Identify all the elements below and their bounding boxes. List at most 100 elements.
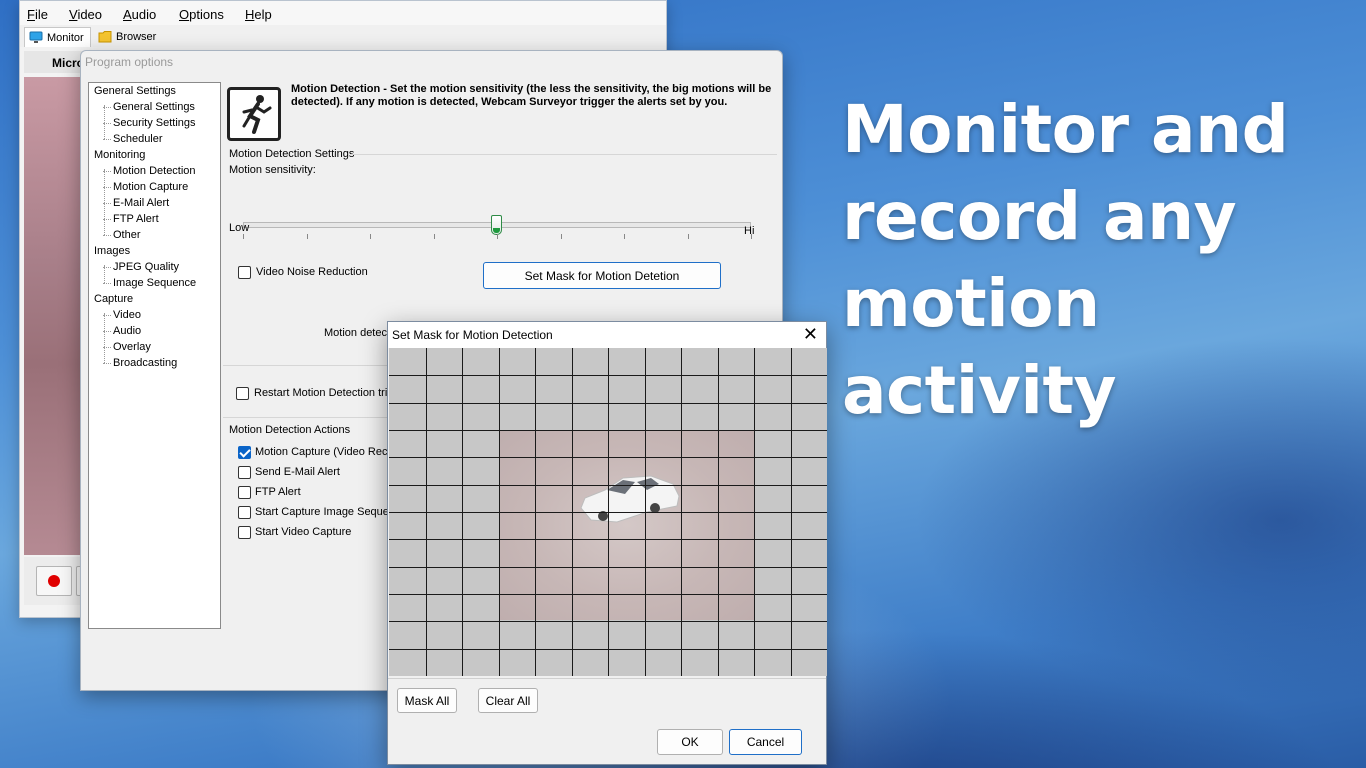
tree-item-security-settings[interactable]: Security Settings xyxy=(103,117,196,129)
menu-file[interactable]: File xyxy=(27,7,48,22)
action-motion-capture-label: Motion Capture (Video Reco xyxy=(255,446,394,458)
ok-button[interactable]: OK xyxy=(657,729,723,755)
tree-item-audio[interactable]: Audio xyxy=(102,325,141,337)
slider-tick xyxy=(687,234,689,239)
tree-item-other[interactable]: Other xyxy=(103,229,141,241)
tab-monitor-label: Monitor xyxy=(47,31,84,44)
mask-grid-line xyxy=(389,621,827,622)
settings-group-label: Motion Detection Settings xyxy=(229,148,355,160)
tree-item-general-settings[interactable]: General Settings xyxy=(103,101,195,113)
mask-grid-line xyxy=(389,649,827,650)
tree-item-broadcasting[interactable]: Broadcasting xyxy=(102,357,177,369)
slider-high-label: Hi xyxy=(744,225,755,237)
tree-item-monitoring-group[interactable]: Monitoring xyxy=(94,149,145,161)
action-video-capture-label: Start Video Capture xyxy=(255,526,352,538)
group-divider xyxy=(351,154,777,155)
mask-grid-line xyxy=(389,539,827,540)
folder-icon xyxy=(98,31,112,43)
restart-detection-checkbox[interactable] xyxy=(236,387,249,400)
monitor-icon xyxy=(29,31,43,43)
menu-video[interactable]: Video xyxy=(69,7,102,22)
motion-detect-label: Motion detec xyxy=(324,327,387,339)
mask-grid-line xyxy=(389,430,827,431)
running-man-icon xyxy=(227,87,281,141)
action-email-alert-checkbox[interactable] xyxy=(238,466,251,479)
slider-low-label: Low xyxy=(229,222,250,234)
camera-snapshot xyxy=(499,430,754,620)
mask-all-button[interactable]: Mask All xyxy=(397,688,457,713)
slider-tick xyxy=(497,234,498,239)
tab-monitor[interactable]: Monitor xyxy=(24,27,91,47)
tree-item-scheduler[interactable]: Scheduler xyxy=(103,133,163,145)
tree-connector xyxy=(104,105,105,139)
tree-item-email-alert[interactable]: E-Mail Alert xyxy=(102,197,169,209)
action-motion-capture-checkbox[interactable] xyxy=(238,446,251,459)
menu-bar: File Video Audio Options Help xyxy=(20,1,666,25)
tree-item-motion-detection[interactable]: Motion Detection xyxy=(103,165,196,177)
tree-item-jpeg-quality[interactable]: JPEG Quality xyxy=(102,261,179,273)
sensitivity-label: Motion sensitivity: xyxy=(229,164,316,176)
tree-item-ftp-alert[interactable]: FTP Alert xyxy=(103,213,159,225)
set-mask-dialog: Set Mask for Motion Detection ✕ Mask All… xyxy=(387,321,827,765)
slider-tick xyxy=(560,234,562,239)
slider-tick xyxy=(624,234,625,239)
close-icon[interactable]: ✕ xyxy=(803,325,818,343)
noise-reduction-checkbox[interactable] xyxy=(238,266,251,279)
menu-audio[interactable]: Audio xyxy=(123,7,156,22)
description-box: Motion Detection - Set the motion sensit… xyxy=(223,79,779,151)
tab-browser-label: Browser xyxy=(116,31,157,43)
tree-item-motion-capture[interactable]: Motion Capture xyxy=(102,181,188,193)
menu-options[interactable]: Options xyxy=(179,7,224,22)
tree-connector xyxy=(104,169,105,235)
mask-dialog-footer: OK Cancel xyxy=(388,725,826,765)
slider-tick xyxy=(243,234,244,239)
headline-line-2: record any xyxy=(842,178,1237,255)
slider-tick xyxy=(433,234,435,239)
action-video-capture-checkbox[interactable] xyxy=(238,526,251,539)
tree-item-general-settings-group[interactable]: General Settings xyxy=(94,85,176,97)
headline-line-3: motion activity xyxy=(842,265,1117,429)
menu-help[interactable]: Help xyxy=(245,7,272,22)
description-text: Motion Detection - Set the motion sensit… xyxy=(291,83,772,108)
restart-detection-label: Restart Motion Detection trig xyxy=(254,387,394,399)
action-ftp-alert-checkbox[interactable] xyxy=(238,486,251,499)
tree-item-capture-group[interactable]: Capture xyxy=(94,293,133,305)
clear-all-button[interactable]: Clear All xyxy=(478,688,538,713)
mask-grid[interactable] xyxy=(389,348,827,676)
mask-grid-line xyxy=(389,567,827,568)
mask-divider xyxy=(388,678,826,679)
headline-line-1: Monitor and xyxy=(842,91,1289,168)
mask-grid-line xyxy=(389,457,827,458)
mask-grid-line xyxy=(389,403,827,404)
record-icon xyxy=(48,575,60,587)
record-button[interactable] xyxy=(36,566,72,596)
mask-grid-line xyxy=(389,512,827,513)
action-ftp-alert-label: FTP Alert xyxy=(255,486,301,498)
slider-tick xyxy=(306,234,308,239)
set-mask-button[interactable]: Set Mask for Motion Detetion xyxy=(483,262,721,289)
video-preview xyxy=(24,77,84,555)
tree-item-overlay[interactable]: Overlay xyxy=(103,341,151,353)
action-image-sequence-label: Start Capture Image Seque xyxy=(255,506,389,518)
action-image-sequence-checkbox[interactable] xyxy=(238,506,251,519)
sensitivity-slider-thumb[interactable] xyxy=(491,215,502,235)
headline: Monitor and record any motion activity xyxy=(842,86,1362,434)
car-image xyxy=(580,475,680,523)
tree-connector xyxy=(104,313,105,363)
tree-item-video[interactable]: Video xyxy=(103,309,141,321)
mask-dialog-title: Set Mask for Motion Detection xyxy=(392,328,553,342)
tab-browser[interactable]: Browser xyxy=(98,27,156,47)
tree-item-images-group[interactable]: Images xyxy=(94,245,130,257)
settings-tree: General Settings General Settings Securi… xyxy=(88,82,221,629)
noise-reduction-label: Video Noise Reduction xyxy=(256,266,368,278)
tree-item-image-sequence[interactable]: Image Sequence xyxy=(102,277,196,289)
mask-grid-line xyxy=(389,375,827,376)
actions-group-label: Motion Detection Actions xyxy=(229,424,351,436)
mask-grid-line xyxy=(389,485,827,486)
view-tabs: Monitor Browser xyxy=(20,25,666,47)
mask-grid-line xyxy=(389,594,827,595)
slider-tick xyxy=(370,234,371,239)
cancel-button[interactable]: Cancel xyxy=(729,729,802,755)
action-email-alert-label: Send E-Mail Alert xyxy=(255,466,340,478)
mask-title-bar: Set Mask for Motion Detection ✕ xyxy=(388,322,826,348)
